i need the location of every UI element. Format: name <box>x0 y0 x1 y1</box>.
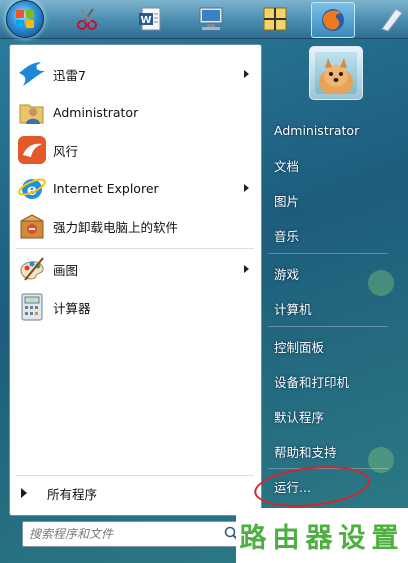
paint-palette-icon <box>17 254 47 284</box>
program-item-administrator[interactable]: Administrator <box>10 93 261 131</box>
dog-avatar-icon <box>319 58 353 94</box>
start-orb-button[interactable] <box>6 0 44 38</box>
program-label: 强力卸载电脑上的软件 <box>53 219 179 235</box>
program-item-calculator[interactable]: 计算器 <box>10 288 261 326</box>
program-label: 风行 <box>53 143 79 159</box>
program-label: Administrator <box>53 104 139 120</box>
all-programs-button[interactable]: 所有程序 <box>9 474 260 512</box>
uninstall-box-icon <box>17 211 47 241</box>
shortcut-icon[interactable] <box>372 2 408 36</box>
internet-explorer-icon: e <box>17 173 47 203</box>
measure-tool-icon[interactable] <box>254 2 296 36</box>
program-label: Internet Explorer <box>53 180 159 196</box>
firefox-icon[interactable] <box>311 2 355 38</box>
right-item-devices-printers[interactable]: 设备和打印机 <box>262 365 408 397</box>
start-menu: 迅雷7 Administrator 风行 e Internet Explorer… <box>0 38 408 563</box>
avatar <box>315 52 357 94</box>
program-item-funshion[interactable]: 风行 <box>10 131 261 169</box>
funshion-icon <box>17 135 47 165</box>
right-item-games[interactable]: 游戏 <box>262 257 408 289</box>
programs-pane: 迅雷7 Administrator 风行 e Internet Explorer… <box>9 44 262 516</box>
program-label: 画图 <box>53 262 79 278</box>
submenu-arrow-icon[interactable] <box>244 265 249 273</box>
windows-flag-icon <box>16 10 34 28</box>
menu-divider <box>268 253 388 254</box>
user-folder-icon <box>17 97 47 127</box>
program-item-xunlei[interactable]: 迅雷7 <box>10 55 261 93</box>
right-item-music[interactable]: 音乐 <box>262 219 408 251</box>
user-avatar-frame[interactable] <box>309 46 363 100</box>
search-input[interactable] <box>23 523 221 545</box>
program-label: 计算器 <box>53 300 91 316</box>
right-item-help-support[interactable]: 帮助和支持 <box>262 435 408 467</box>
thunder-bird-icon <box>17 59 47 89</box>
remote-desktop-icon[interactable] <box>190 2 232 36</box>
menu-divider <box>268 326 388 327</box>
submenu-arrow-icon[interactable] <box>244 70 249 78</box>
expand-arrow-icon <box>21 488 27 498</box>
search-box[interactable] <box>22 521 245 547</box>
watermark-text: 路由器设置 <box>236 508 408 563</box>
right-item-pictures[interactable]: 图片 <box>262 184 408 216</box>
program-item-internet-explorer[interactable]: e Internet Explorer <box>10 169 261 207</box>
right-item-user[interactable]: Administrator <box>262 114 408 146</box>
word-document-icon[interactable]: W <box>129 2 171 36</box>
calculator-icon <box>17 292 47 322</box>
program-label: 迅雷7 <box>53 67 86 83</box>
right-item-default-programs[interactable]: 默认程序 <box>262 400 408 432</box>
all-programs-label: 所有程序 <box>47 486 98 502</box>
program-item-paint[interactable]: 画图 <box>10 250 261 288</box>
right-item-control-panel[interactable]: 控制面板 <box>262 330 408 362</box>
program-item-uninstaller[interactable]: 强力卸载电脑上的软件 <box>10 207 261 245</box>
menu-divider <box>16 248 254 249</box>
taskbar: W <box>0 0 408 39</box>
right-item-documents[interactable]: 文档 <box>262 149 408 181</box>
submenu-arrow-icon[interactable] <box>244 184 249 192</box>
svg-text:W: W <box>140 15 151 26</box>
right-item-computer[interactable]: 计算机 <box>262 292 408 324</box>
scissors-tool-icon[interactable] <box>66 2 108 36</box>
